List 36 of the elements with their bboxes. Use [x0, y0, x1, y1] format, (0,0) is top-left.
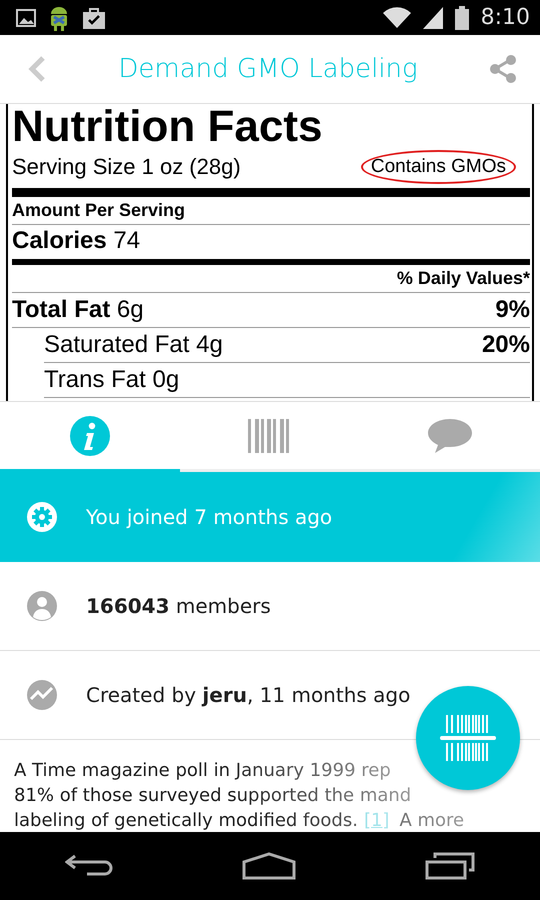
- share-icon: [488, 54, 518, 84]
- nutrient-percent: 9%: [495, 296, 530, 324]
- briefcase-check-icon: [82, 6, 106, 30]
- nutrient-name: Total Fat 6g: [12, 296, 144, 324]
- trend-icon: [26, 679, 58, 711]
- serving-size: Serving Size 1 oz (28g): [12, 154, 241, 180]
- battery-icon: [454, 6, 469, 30]
- wifi-icon: [382, 6, 411, 28]
- description-line: 81% of those surveyed supported the mand: [14, 784, 412, 808]
- info-text: 166043 members: [86, 594, 271, 618]
- info-text: Created by jeru, 11 months ago: [86, 683, 410, 707]
- gear-icon: [26, 501, 58, 533]
- calories-line: Calories 74: [12, 225, 530, 265]
- amount-heading: Amount Per Serving: [12, 197, 530, 225]
- info-icon: [70, 416, 110, 456]
- home-icon: [242, 852, 296, 880]
- nutrient-name: Saturated Fat 4g: [44, 331, 223, 359]
- chat-icon: [427, 418, 473, 454]
- barcode-icon: [248, 418, 292, 452]
- info-text: You joined 7 months ago: [86, 505, 332, 529]
- description-line: A Time magazine poll in January 1999 rep: [14, 759, 391, 783]
- gmo-note: Contains GMOs: [360, 150, 516, 184]
- barcode-scan-icon: [440, 713, 496, 763]
- daily-values-heading: % Daily Values*: [12, 265, 530, 293]
- back-icon: [26, 55, 48, 83]
- recents-icon: [425, 852, 476, 880]
- signal-icon: [422, 6, 443, 28]
- clock-time: 8:10: [480, 5, 530, 30]
- nutrient-percent: 20%: [482, 331, 530, 359]
- description-line: labeling of genetically modified foods. [1] A more: [14, 809, 464, 833]
- image-icon: [16, 8, 36, 26]
- person-icon: [26, 590, 58, 622]
- nutrient-name: Trans Fat 0g: [44, 366, 180, 394]
- page-title: Demand GMO Labeling: [117, 54, 419, 84]
- reference-link[interactable]: [1]: [364, 810, 390, 831]
- label-headline: Nutrition Facts: [12, 104, 324, 150]
